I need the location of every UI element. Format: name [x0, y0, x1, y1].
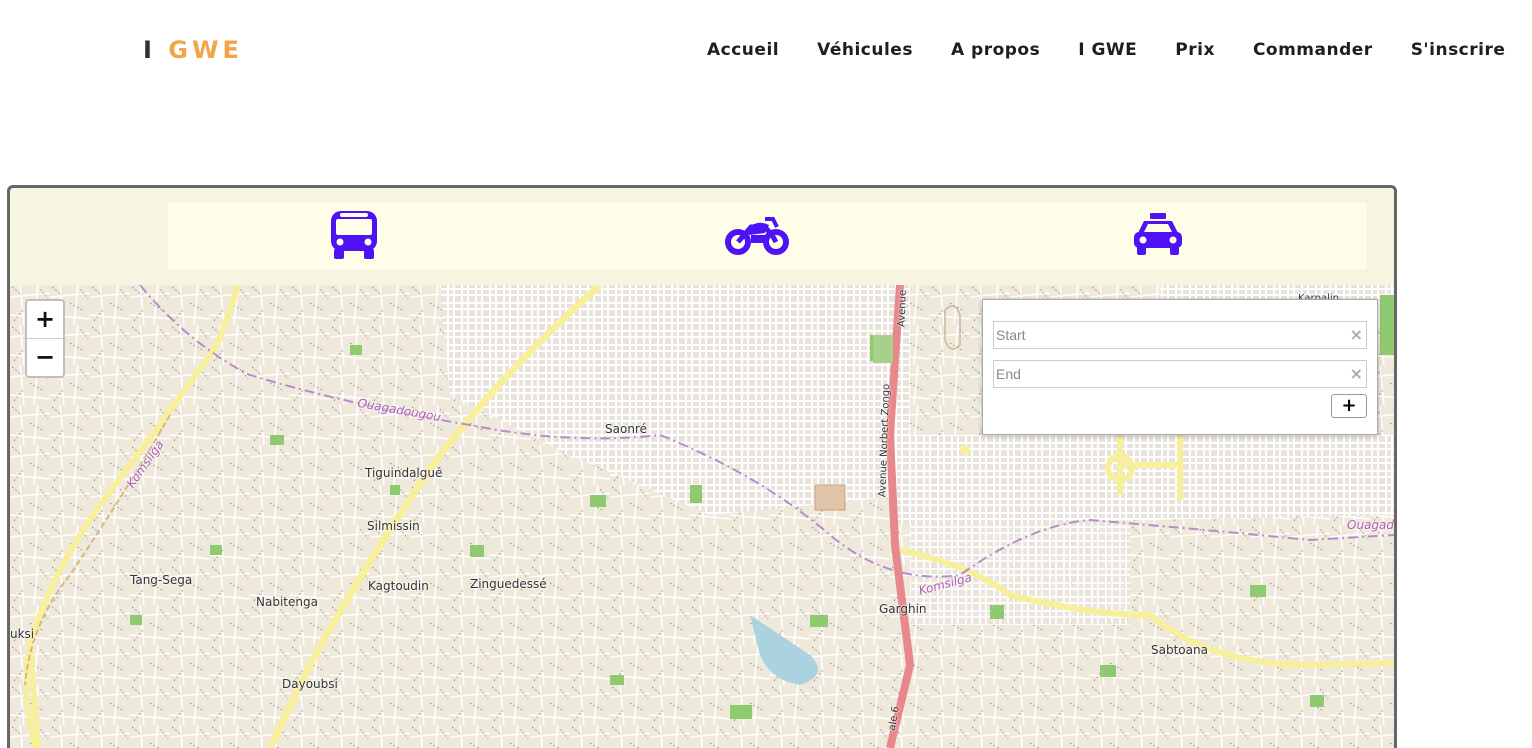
map-label-zinguedesse: Zinguedessé [470, 577, 547, 591]
zoom-in-button[interactable]: + [27, 301, 63, 339]
map-label-tang-sega: Tang-Sega [130, 573, 193, 587]
end-input[interactable] [993, 360, 1367, 388]
nav-prix[interactable]: Prix [1175, 40, 1215, 60]
nav-accueil[interactable]: Accueil [707, 40, 779, 60]
logo-i: I [143, 36, 156, 64]
add-waypoint-button[interactable]: + [1331, 394, 1367, 418]
map-label-saonre: Saonré [605, 422, 647, 436]
nav-a-propos[interactable]: A propos [951, 40, 1040, 60]
nav-commander[interactable]: Commander [1253, 40, 1373, 60]
map-label-uksi: uksi [10, 627, 35, 641]
logo-gwe: GWE [168, 36, 243, 64]
map-label-avenue-top: Avenue [896, 289, 909, 328]
map-label-tiguindalgue: Tiguindalgué [365, 466, 443, 480]
start-input[interactable] [993, 321, 1367, 349]
bus-icon[interactable] [322, 207, 386, 263]
map[interactable]: Saonré Tiguindalgué Silmissin Kagtoudin … [10, 285, 1394, 748]
logo[interactable]: I GWE [143, 36, 243, 64]
nav-igwe[interactable]: I GWE [1078, 40, 1137, 60]
map-label-silmissin: Silmissin [367, 519, 420, 533]
clear-end-icon[interactable]: × [1350, 364, 1363, 383]
map-label-dayoubsi: Dayoubsi [282, 677, 338, 691]
taxi-icon[interactable] [1126, 207, 1190, 263]
map-label-garghin: Garghin [879, 602, 927, 616]
main-nav: Accueil Véhicules A propos I GWE Prix Co… [707, 40, 1505, 60]
map-label-ouagad: Ouagad [1347, 518, 1394, 532]
clear-start-icon[interactable]: × [1350, 325, 1363, 344]
zoom-out-button[interactable]: − [27, 339, 63, 376]
booking-panel: Saonré Tiguindalgué Silmissin Kagtoudin … [7, 185, 1397, 748]
map-label-nabitenga: Nabitenga [256, 595, 318, 609]
nav-inscrire[interactable]: S'inscrire [1411, 40, 1506, 60]
routing-panel: × × + [982, 299, 1378, 435]
nav-vehicules[interactable]: Véhicules [817, 40, 913, 60]
vehicle-selector [168, 203, 1367, 269]
map-label-sabtoana: Sabtoana [1151, 643, 1208, 657]
motorcycle-icon[interactable] [725, 207, 789, 263]
zoom-control: + − [25, 299, 65, 378]
map-label-kagtoudin: Kagtoudin [368, 579, 429, 593]
